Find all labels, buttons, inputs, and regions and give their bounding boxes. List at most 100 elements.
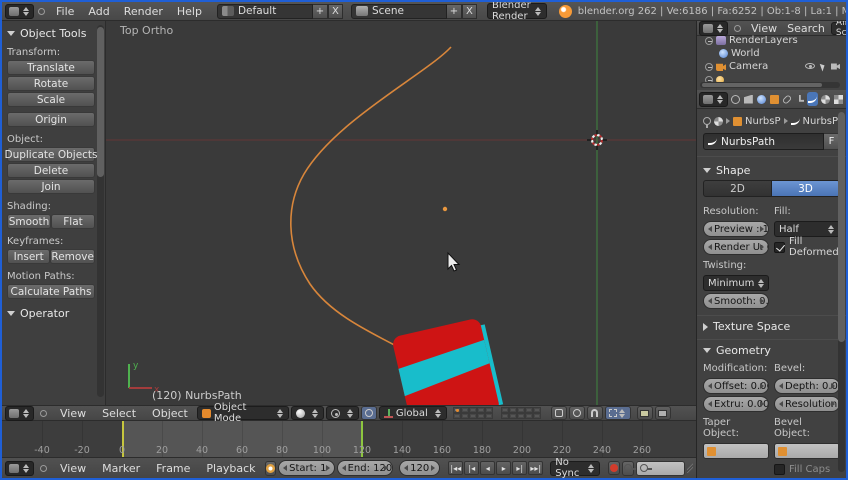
transform-orientation-dropdown[interactable]: Global [378,406,447,420]
close-layout-button[interactable]: X [327,3,343,19]
pin-icon[interactable] [703,117,711,128]
add-layout-button[interactable]: + [312,3,328,19]
menu-playback[interactable]: Playback [199,462,262,475]
selectable-cursor-icon[interactable] [819,62,827,71]
layer-cell[interactable] [452,413,461,419]
layer-cell[interactable] [452,407,461,413]
add-scene-button[interactable]: + [446,3,462,19]
rotate-button[interactable]: Rotate [7,76,95,91]
layer-cell[interactable] [524,413,533,419]
bevel-object-field[interactable] [774,443,840,459]
menu-help[interactable]: Help [170,5,209,18]
fill-caps-checkbox[interactable] [774,463,785,475]
tool-shelf-scrollbar[interactable] [97,25,104,397]
time-display-button[interactable] [264,460,277,476]
layer-cell[interactable] [532,413,541,419]
outliner-item-camera[interactable]: Camera [697,60,846,73]
preview-resolution-field[interactable]: Preview : 12 [703,221,769,237]
menu-render[interactable]: Render [117,5,170,18]
offset-field[interactable]: Offset: 0.000 [703,378,769,394]
auto-keyframe-record-button[interactable] [607,461,621,475]
scrollbar-thumb[interactable] [838,112,845,342]
join-button[interactable]: Join [7,179,95,194]
expand-icon[interactable] [705,62,713,71]
menu-timeline-view[interactable]: View [53,462,93,475]
editor-type-properties-button[interactable] [699,91,728,107]
3d-button[interactable]: 3D [772,180,840,197]
geometry-section-header[interactable]: Geometry [703,344,840,357]
area-resize-grip[interactable] [686,463,693,473]
calculate-paths-button[interactable]: Calculate Paths [7,284,95,299]
tab-object-data[interactable] [807,92,819,106]
menu-frame[interactable]: Frame [149,462,197,475]
menu-file[interactable]: File [49,5,81,18]
fill-dropdown[interactable]: Half [774,221,840,237]
extrude-field[interactable]: Extru: 0.000 [703,396,769,412]
render-still-button[interactable] [636,406,653,420]
outliner-horizontal-scrollbar[interactable] [700,82,840,88]
header-collapse-dot[interactable] [38,7,45,15]
menu-marker[interactable]: Marker [95,462,147,475]
car-object[interactable] [389,317,504,405]
layer-cell[interactable] [508,413,517,419]
fill-deformed-checkbox[interactable] [774,241,785,253]
menu-select[interactable]: Select [95,407,143,420]
layer-cell[interactable] [476,413,485,419]
current-frame-field[interactable]: 120 [399,460,441,476]
curve-origin-point[interactable] [442,206,448,212]
editor-type-timeline-button[interactable] [5,460,34,476]
snap-toggle-button[interactable] [586,406,603,420]
sync-dropdown[interactable]: No Sync [550,457,600,478]
tab-world[interactable] [756,92,767,106]
remove-keyframe-button[interactable]: Remove [50,249,95,264]
tab-render[interactable] [730,92,741,106]
jump-to-end-button[interactable]: ▸▸| [528,461,544,475]
layer-cell[interactable] [516,413,525,419]
timeline-ruler[interactable]: -40 -20 0 20 40 60 80 100 120 140 160 18… [2,421,696,457]
next-keyframe-button[interactable]: ▸| [512,461,528,475]
outliner-display-dropdown[interactable]: All Scenes [830,21,846,38]
breadcrumb-object[interactable]: NurbsP [745,116,781,127]
tab-object[interactable] [769,92,780,106]
manipulator-toggle-button[interactable] [360,406,377,420]
previous-keyframe-button[interactable]: |◂ [464,461,480,475]
shape-section-header[interactable]: Shape [703,164,840,177]
layers-grid-2[interactable] [500,407,543,419]
pivot-point-dropdown[interactable] [325,406,359,420]
scene-field[interactable]: Scene [350,3,447,19]
translate-button[interactable]: Translate [7,60,95,75]
delete-button[interactable]: Delete [7,163,95,178]
bevel-depth-field[interactable]: Depth: 0.000 [774,378,840,394]
layers-grid-1[interactable] [452,407,495,419]
smooth-button[interactable]: Smooth [7,214,51,229]
tab-scene[interactable] [743,92,754,106]
3d-viewport[interactable]: y x Top Ortho (120) NurbsPath [106,21,696,405]
taper-object-field[interactable] [703,443,769,459]
object-tools-panel-header[interactable]: Object Tools [7,27,101,40]
render-resolution-field[interactable]: Render U: 0 [703,239,769,255]
twist-smooth-field[interactable]: Smooth: 0.00 [703,293,769,309]
render-animation-button[interactable] [654,406,671,420]
tab-constraints[interactable] [781,92,793,106]
tab-material[interactable] [820,92,831,106]
start-frame-field[interactable]: Start: 1 [278,460,335,476]
renderable-camera-icon[interactable] [831,63,840,70]
twist-method-dropdown[interactable]: Minimum [703,275,769,291]
layer-cell[interactable] [484,413,493,419]
scrollbar-thumb[interactable] [97,27,104,177]
menu-view[interactable]: View [53,407,93,420]
texture-space-section-header[interactable]: Texture Space [703,320,840,333]
scrollbar-thumb[interactable] [702,83,822,87]
editor-type-info-button[interactable] [5,3,34,19]
properties-scrollbar[interactable] [838,112,845,472]
outliner-item-renderlayers[interactable]: RenderLayers [697,34,846,47]
scale-button[interactable]: Scale [7,92,95,107]
header-collapse-dot[interactable] [40,464,47,472]
2d-button[interactable]: 2D [703,180,772,197]
active-keying-set-field[interactable] [635,460,685,476]
fill-deformed-checkbox-row[interactable]: Fill Deformed [774,236,840,258]
header-collapse-dot[interactable] [734,24,741,32]
mode-dropdown[interactable]: Object Mode [196,402,289,424]
flat-button[interactable]: Flat [51,214,95,229]
jump-to-start-button[interactable]: |◂◂ [448,461,464,475]
